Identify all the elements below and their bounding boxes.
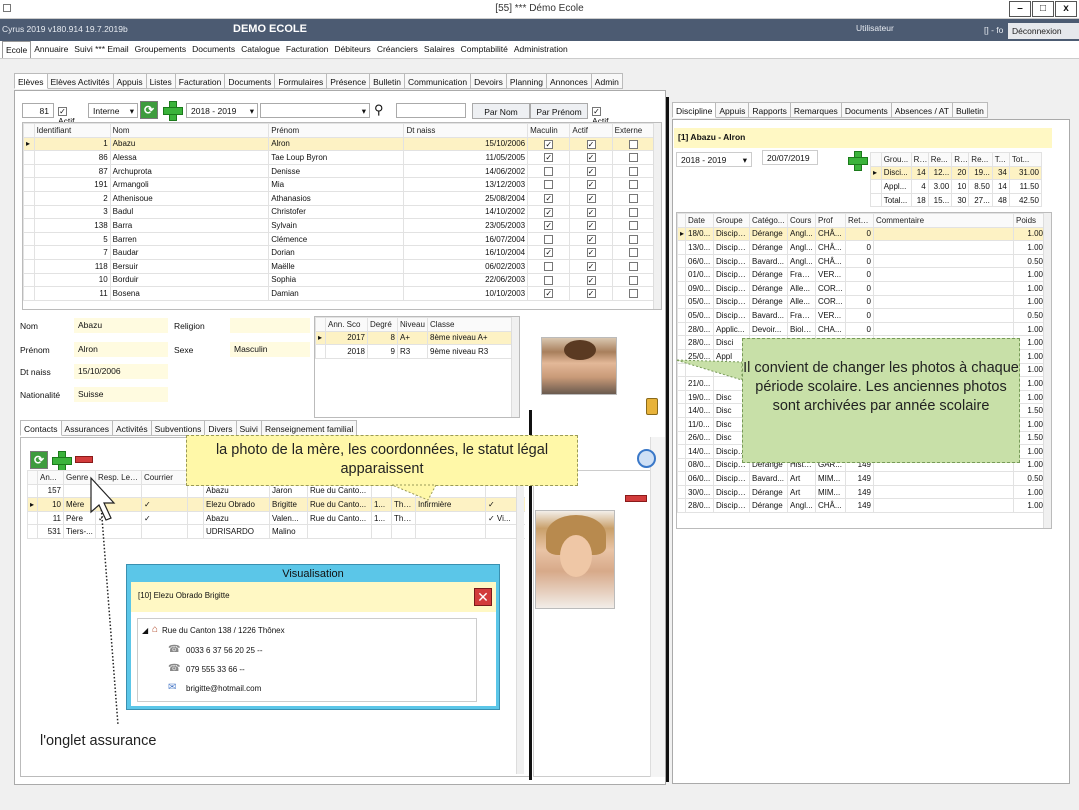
callout-assurance: l'onglet assurance — [40, 733, 157, 749]
callout-photos: Il convient de changer les photos à chaq… — [742, 338, 1020, 463]
